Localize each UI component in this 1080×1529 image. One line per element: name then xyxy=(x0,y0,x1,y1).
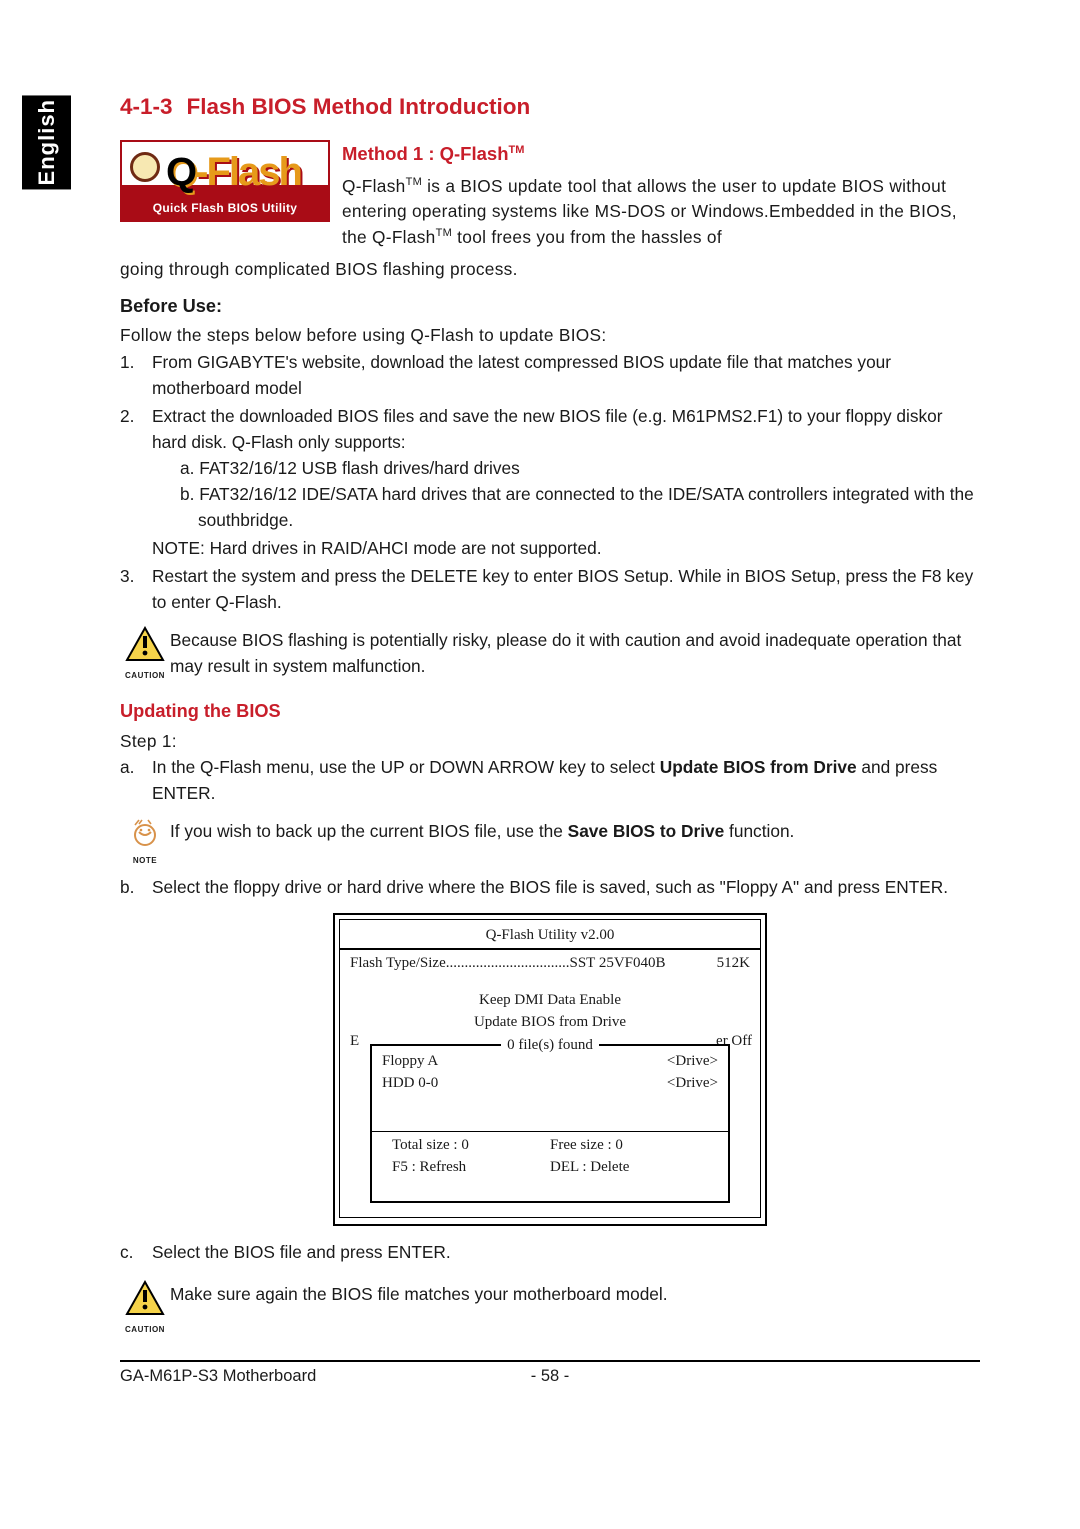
footer-rule xyxy=(120,1360,980,1362)
note-line: NOTE: Hard drives in RAID/AHCI mode are … xyxy=(152,536,980,562)
method1-text: Method 1 : Q-FlashTM Q-FlashTM is a BIOS… xyxy=(342,140,980,252)
sub-item-a: a. FAT32/16/12 USB flash drives/hard dri… xyxy=(180,456,980,482)
list-text: In the Q-Flash menu, use the UP or DOWN … xyxy=(152,755,980,807)
qflash-logo-sub: Quick Flash BIOS Utility xyxy=(122,199,328,217)
method1-desc-cont: going through complicated BIOS flashing … xyxy=(120,257,980,283)
note-icon: NOTE xyxy=(120,817,170,867)
list-item: a. In the Q-Flash menu, use the UP or DO… xyxy=(120,755,980,807)
qflash-logo: Q-Flash Quick Flash BIOS Utility xyxy=(120,140,330,222)
list-marker: 1. xyxy=(120,350,152,402)
updating-heading: Updating the BIOS xyxy=(120,698,980,725)
list-marker: 2. xyxy=(120,404,152,562)
drive-panel: 0 file(s) found Floppy A <Drive> HDD 0-0… xyxy=(370,1044,730,1203)
qflash-logo-main: Q-Flash xyxy=(166,142,301,202)
del-delete: DEL : Delete xyxy=(550,1156,708,1179)
qflash-title: Q-Flash Utility v2.00 xyxy=(344,924,756,947)
list-item: b. Select the floppy drive or hard drive… xyxy=(120,875,980,901)
footer-page-number: - 58 - xyxy=(531,1364,570,1389)
free-size: Free size : 0 xyxy=(550,1134,708,1157)
section-title-text: Flash BIOS Method Introduction xyxy=(187,94,531,119)
before-use-heading: Before Use: xyxy=(120,293,980,320)
clock-icon xyxy=(130,152,160,182)
list-item: c. Select the BIOS file and press ENTER. xyxy=(120,1240,980,1266)
keep-dmi: Keep DMI Data Enable xyxy=(344,989,756,1012)
caution-label: CAUTION xyxy=(120,1324,170,1336)
caution-text: Make sure again the BIOS file matches yo… xyxy=(170,1280,980,1308)
list-marker: c. xyxy=(120,1240,152,1266)
flash-type-value: SST 25VF040B xyxy=(570,955,666,971)
sub-item-b: b. FAT32/16/12 IDE/SATA hard drives that… xyxy=(180,482,980,534)
list-text: From GIGABYTE's website, download the la… xyxy=(152,350,980,402)
caution-callout: CAUTION Make sure again the BIOS file ma… xyxy=(120,1280,980,1336)
method1-title: Method 1 : Q-FlashTM xyxy=(342,140,980,168)
drive-row[interactable]: HDD 0-0 <Drive> xyxy=(382,1072,718,1095)
caution-icon: CAUTION xyxy=(120,626,170,682)
list-text: Restart the system and press the DELETE … xyxy=(152,564,980,616)
list-text: Extract the downloaded BIOS files and sa… xyxy=(152,404,980,562)
section-title: 4-1-3 Flash BIOS Method Introduction xyxy=(120,90,980,124)
list-marker: b. xyxy=(120,875,152,901)
list-text: Select the floppy drive or hard drive wh… xyxy=(152,875,980,901)
method1-intro: Q-Flash Quick Flash BIOS Utility Method … xyxy=(120,140,980,252)
caution-icon: CAUTION xyxy=(120,1280,170,1336)
list-item: 2. Extract the downloaded BIOS files and… xyxy=(120,404,980,562)
total-size: Total size : 0 xyxy=(392,1134,550,1157)
qflash-utility-box: Q-Flash Utility v2.00 Flash Type/Size...… xyxy=(120,913,980,1226)
files-found: 0 file(s) found xyxy=(501,1037,599,1053)
caution-label: CAUTION xyxy=(120,670,170,682)
list-marker: a. xyxy=(120,755,152,807)
caution-text: Because BIOS flashing is potentially ris… xyxy=(170,626,980,680)
before-use-list: 1. From GIGABYTE's website, download the… xyxy=(120,350,980,615)
page-content: 4-1-3 Flash BIOS Method Introduction Q-Fl… xyxy=(120,90,980,1388)
side-text-left: E xyxy=(350,1030,359,1053)
flash-size: 512K xyxy=(717,952,750,975)
note-callout: NOTE If you wish to back up the current … xyxy=(120,817,980,867)
caution-callout: CAUTION Because BIOS flashing is potenti… xyxy=(120,626,980,682)
list-item: 1. From GIGABYTE's website, download the… xyxy=(120,350,980,402)
step1-label: Step 1: xyxy=(120,729,980,755)
note-text: If you wish to back up the current BIOS … xyxy=(170,817,980,845)
list-text: Select the BIOS file and press ENTER. xyxy=(152,1240,980,1266)
f5-refresh: F5 : Refresh xyxy=(392,1156,550,1179)
update-from-drive: Update BIOS from Drive xyxy=(344,1011,756,1034)
note-label: NOTE xyxy=(120,855,170,867)
method1-desc: Q-FlashTM is a BIOS update tool that all… xyxy=(342,174,980,252)
page-footer: GA-M61P-S3 Motherboard - 58 - xyxy=(120,1364,980,1389)
flash-type-label: Flash Type/Size.........................… xyxy=(350,955,570,971)
language-tab: English xyxy=(22,95,71,189)
before-use-intro: Follow the steps below before using Q-Fl… xyxy=(120,323,980,349)
list-marker: 3. xyxy=(120,564,152,616)
section-number: 4-1-3 xyxy=(120,94,173,119)
footer-left: GA-M61P-S3 Motherboard xyxy=(120,1364,531,1389)
list-item: 3. Restart the system and press the DELE… xyxy=(120,564,980,616)
